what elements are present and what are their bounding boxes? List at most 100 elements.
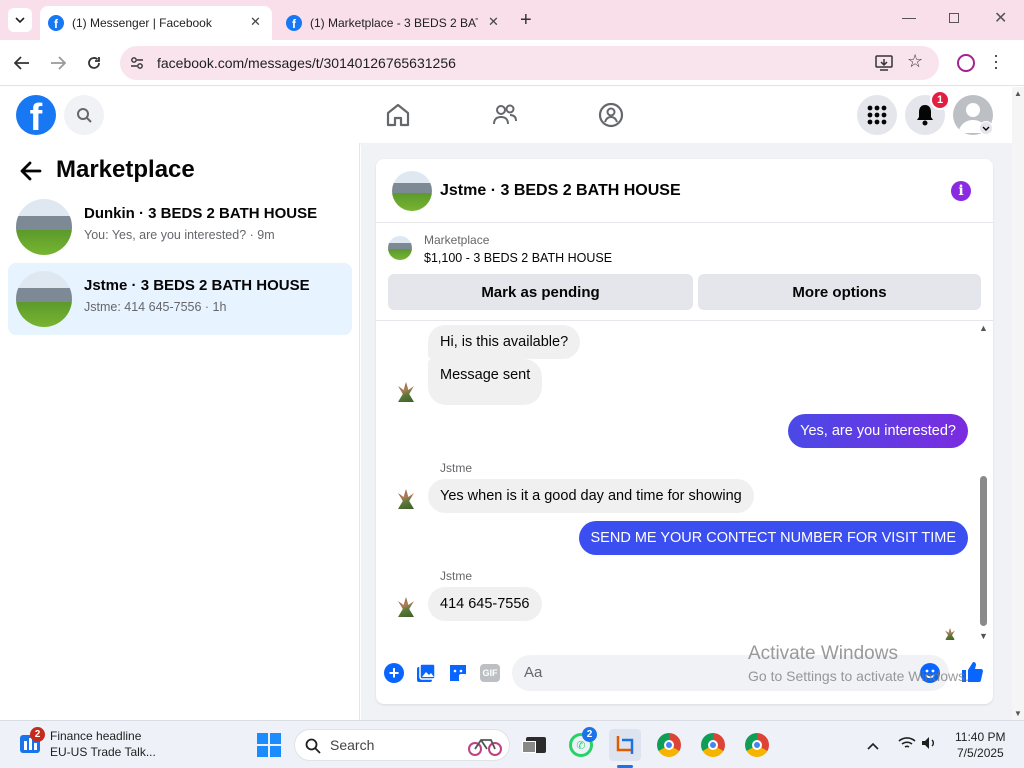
facebook-favicon-icon: f <box>286 15 302 31</box>
address-bar[interactable]: facebook.com/messages/t/3014012676563125… <box>120 46 939 80</box>
watermark-line2: Go to Settings to activate Windows. <box>748 668 969 684</box>
sender-avatar <box>392 485 420 513</box>
volume-icon[interactable] <box>921 736 937 750</box>
bicycle-icon <box>468 739 502 756</box>
snipping-tool-icon[interactable] <box>609 729 641 761</box>
message-bubble: Hi, is this available? <box>428 325 581 359</box>
bell-icon <box>917 105 933 126</box>
chat-header: Jstme · 3 BEDS 2 BATH HOUSE i <box>376 159 993 223</box>
back-button[interactable] <box>20 161 42 186</box>
chat-title[interactable]: Jstme · 3 BEDS 2 BATH HOUSE <box>440 182 681 200</box>
facebook-logo-icon[interactable]: f <box>16 95 56 135</box>
photo-icon[interactable] <box>416 663 436 683</box>
tab-close-icon[interactable]: ✕ <box>250 14 261 30</box>
message-bubble: 414 645-7556 <box>428 587 542 621</box>
conversation-item[interactable]: Jstme · 3 BEDS 2 BATH HOUSE Jstme: 414 6… <box>8 263 352 335</box>
more-options-button[interactable]: More options <box>698 274 981 310</box>
search-icon <box>77 108 92 123</box>
search-icon <box>305 738 321 754</box>
news-subtitle: EU-US Trade Talk... <box>50 745 156 759</box>
reload-icon[interactable] <box>84 53 104 73</box>
sender-name: Jstme <box>440 461 473 475</box>
search-button[interactable] <box>64 95 104 135</box>
profile-account-icon[interactable] <box>957 54 975 72</box>
close-window-icon[interactable]: ✕ <box>994 8 1007 28</box>
minimize-button[interactable] <box>902 10 916 24</box>
tab-title: (1) Marketplace - 3 BEDS 2 BATH <box>310 16 478 30</box>
page-scrollbar[interactable]: ▲ ▼ <box>1012 87 1024 720</box>
back-icon[interactable] <box>12 53 32 73</box>
sender-avatar <box>392 378 420 406</box>
chrome-icon[interactable] <box>697 729 729 761</box>
friends-nav[interactable] <box>491 101 519 134</box>
chevron-down-icon <box>15 17 25 23</box>
chat-scrollbar[interactable]: ▲ ▼ <box>977 321 989 641</box>
browser-toolbar: facebook.com/messages/t/3014012676563125… <box>0 40 1024 86</box>
sender-avatar <box>392 593 420 621</box>
menu-button[interactable] <box>857 95 897 135</box>
forward-icon[interactable] <box>48 53 68 73</box>
listing-thumbnail[interactable] <box>388 236 412 260</box>
browser-menu-icon[interactable]: · · · <box>993 46 999 76</box>
conversation-item[interactable]: Dunkin · 3 BEDS 2 BATH HOUSE You: Yes, a… <box>8 191 352 263</box>
sticker-icon[interactable] <box>448 663 468 683</box>
plus-icon[interactable]: + <box>384 663 404 683</box>
windows-activation-watermark: Activate Windows Go to Settings to activ… <box>748 643 969 684</box>
whatsapp-badge: 2 <box>582 727 597 742</box>
groups-nav[interactable] <box>597 101 625 134</box>
message-input-placeholder: Aa <box>524 664 543 681</box>
chrome-icon[interactable] <box>741 729 773 761</box>
groups-icon <box>598 102 624 128</box>
tab-title: (1) Messenger | Facebook <box>72 16 212 30</box>
marketplace-conversation-list: Marketplace Dunkin · 3 BEDS 2 BATH HOUSE… <box>0 143 360 720</box>
tab-messenger[interactable]: f (1) Messenger | Facebook ✕ <box>40 6 272 40</box>
conversation-title: Jstme · 3 BEDS 2 BATH HOUSE <box>84 277 310 294</box>
mark-as-pending-button[interactable]: Mark as pending <box>388 274 693 310</box>
news-widget[interactable]: 2 Finance headline EU-US Trade Talk... <box>16 727 166 763</box>
new-tab-icon[interactable]: + <box>520 9 532 32</box>
chat-avatar[interactable] <box>392 171 432 211</box>
tab-search-button[interactable] <box>8 8 32 32</box>
facebook-header: f 1 <box>0 87 1012 143</box>
chrome-icon[interactable] <box>653 729 685 761</box>
message-bubble: SEND ME YOUR CONTECT NUMBER FOR VISIT TI… <box>578 521 968 555</box>
listing-title[interactable]: $1,100 - 3 BEDS 2 BATH HOUSE <box>424 251 612 265</box>
restore-button[interactable] <box>949 13 959 23</box>
sender-name: Jstme <box>440 569 473 583</box>
clock-date[interactable]: 7/5/2025 <box>957 746 1004 760</box>
clock-time[interactable]: 11:40 PM <box>955 730 1005 744</box>
site-settings-icon[interactable] <box>130 56 144 70</box>
windows-taskbar: 2 Finance headline EU-US Trade Talk... S… <box>0 720 1024 768</box>
bookmark-star-icon[interactable]: ☆ <box>907 51 923 72</box>
wifi-icon[interactable] <box>898 736 916 750</box>
listing-thumbnail <box>16 199 72 255</box>
taskbar-search-placeholder: Search <box>330 737 375 753</box>
news-title: Finance headline <box>50 729 142 743</box>
read-receipt-avatar <box>943 627 957 641</box>
tab-marketplace[interactable]: f (1) Marketplace - 3 BEDS 2 BATH ✕ <box>278 6 510 40</box>
facebook-favicon-icon: f <box>48 15 64 31</box>
home-icon <box>386 103 410 127</box>
url-text: facebook.com/messages/t/3014012676563125… <box>157 55 456 71</box>
taskbar-search[interactable]: Search <box>294 729 510 761</box>
listing-thumbnail <box>16 271 72 327</box>
listing-source: Marketplace <box>424 233 490 247</box>
message-bubble: Yes, are you interested? <box>788 414 968 448</box>
menu-grid-icon <box>867 105 887 125</box>
conversation-preview: Jstme: 414 645-7556 · 1h <box>84 300 227 314</box>
notification-count-badge: 1 <box>930 90 950 110</box>
chevron-up-icon[interactable] <box>867 737 879 755</box>
gif-icon[interactable]: GIF <box>480 664 500 682</box>
home-nav[interactable] <box>384 101 412 134</box>
install-app-icon[interactable] <box>875 55 893 71</box>
windows-start-icon[interactable] <box>257 733 281 757</box>
chevron-down-icon[interactable] <box>979 121 993 135</box>
info-icon[interactable]: i <box>951 181 971 201</box>
tab-close-icon[interactable]: ✕ <box>488 14 499 30</box>
conversation-preview: You: Yes, are you interested? · 9m <box>84 228 275 242</box>
message-bubble: Message sent <box>428 359 543 405</box>
conversation-title: Dunkin · 3 BEDS 2 BATH HOUSE <box>84 205 318 222</box>
back-arrow-icon <box>20 161 42 181</box>
task-view-icon[interactable] <box>520 729 552 761</box>
chat-window: Jstme · 3 BEDS 2 BATH HOUSE i Marketplac… <box>376 159 993 704</box>
